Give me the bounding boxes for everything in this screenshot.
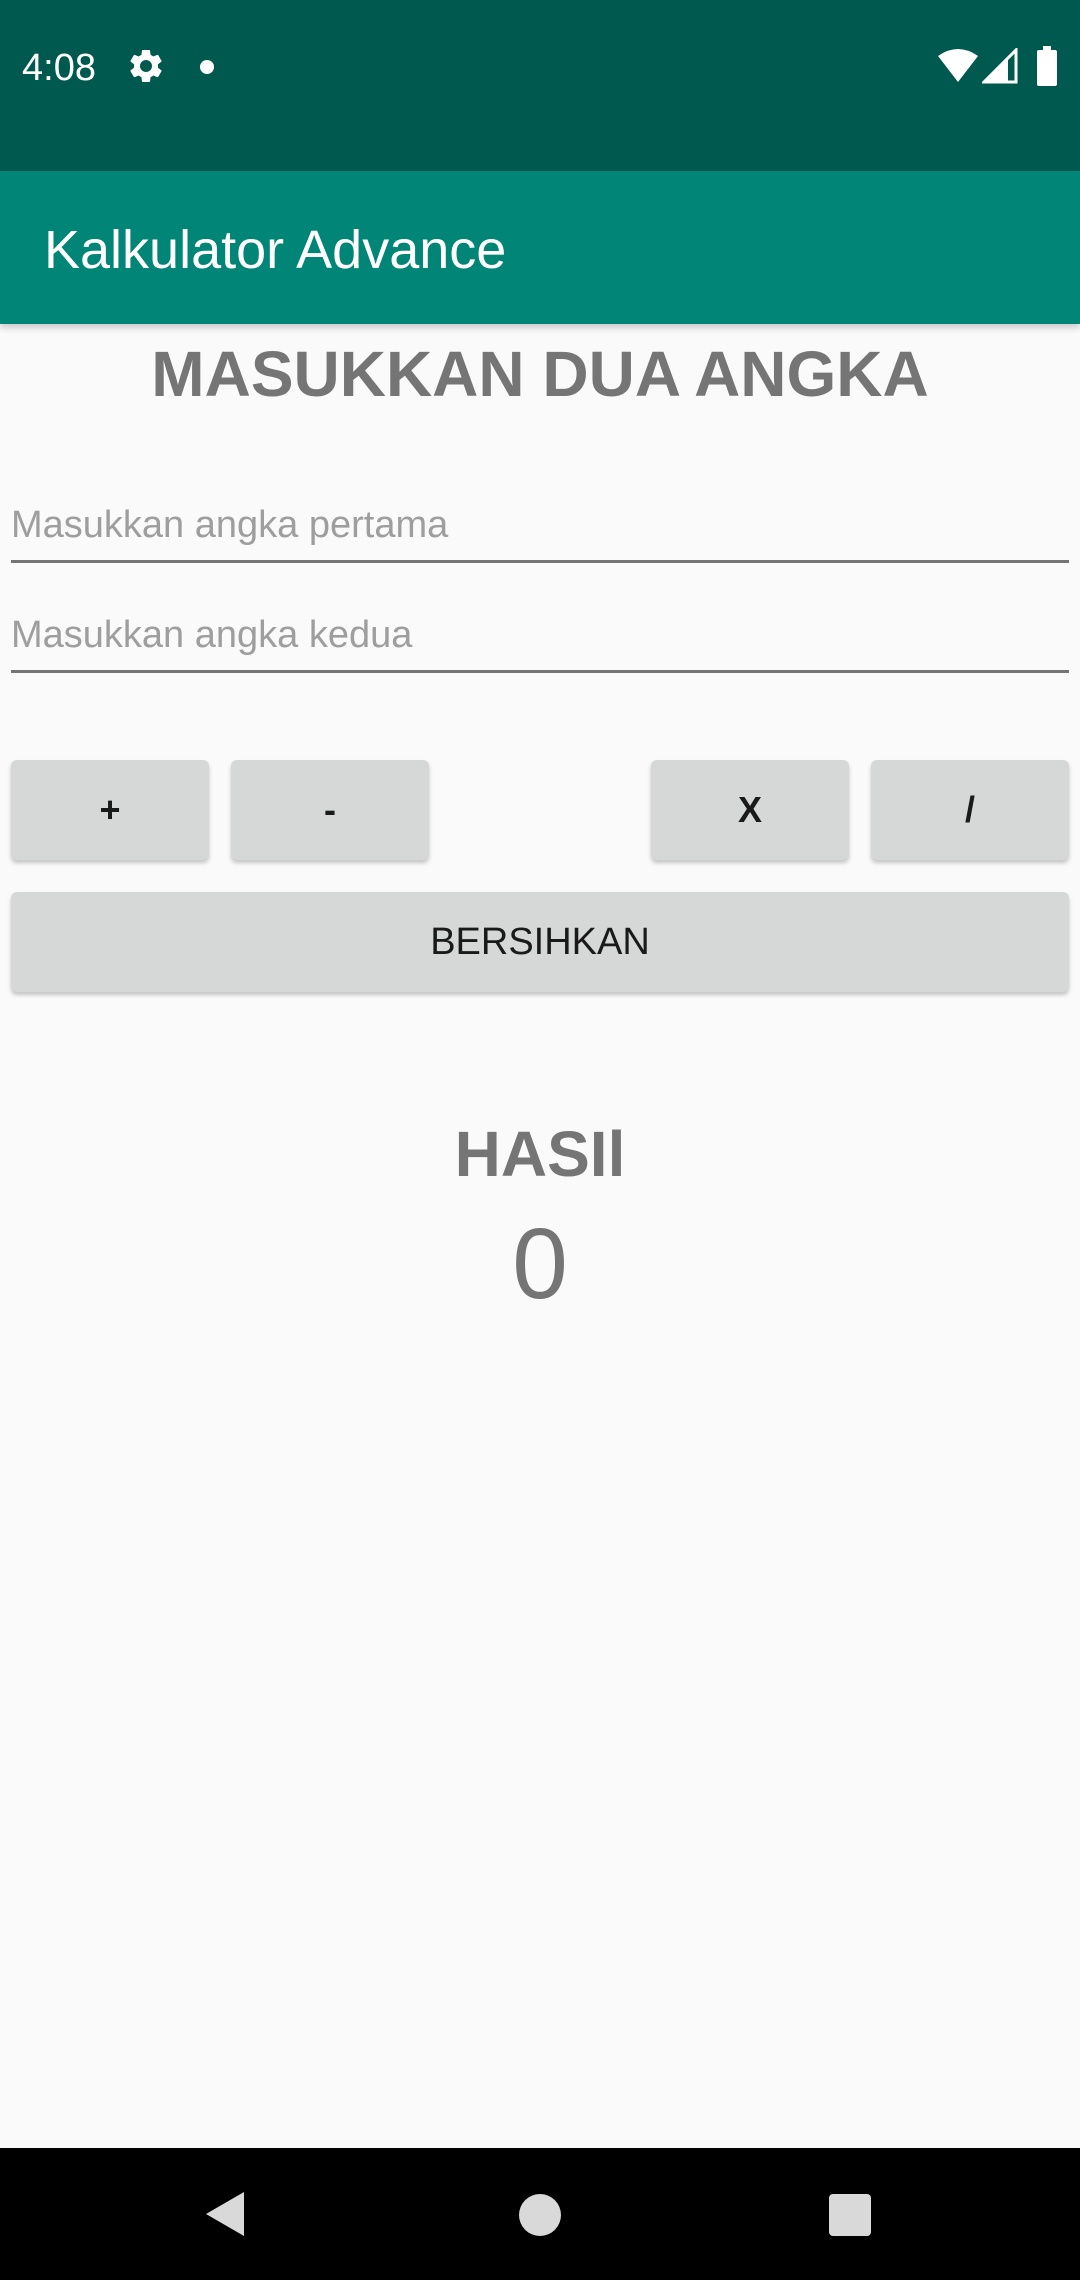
- gear-icon: [130, 49, 162, 82]
- screen: 4:08 Kalkulator Advance MASUKKAN DUA ANG…: [0, 0, 1080, 2280]
- clear-button[interactable]: BERSIHKAN: [11, 892, 1069, 992]
- first-number-input[interactable]: [11, 490, 1069, 563]
- add-button[interactable]: +: [11, 760, 209, 860]
- result-label: HASIl: [454, 1118, 626, 1190]
- battery-icon: [1037, 46, 1057, 86]
- app-title: Kalkulator Advance: [44, 220, 507, 280]
- second-number-input[interactable]: [11, 600, 1069, 673]
- back-icon[interactable]: [204, 2190, 248, 2238]
- divide-button[interactable]: /: [871, 760, 1069, 860]
- home-icon[interactable]: [519, 2194, 561, 2236]
- notification-dot-icon: [200, 60, 214, 74]
- result-value: 0: [512, 1208, 568, 1320]
- app-bar: Kalkulator Advance: [0, 171, 1080, 324]
- wifi-icon: [938, 49, 978, 82]
- status-time: 4:08: [22, 47, 96, 89]
- subtract-button[interactable]: -: [231, 760, 429, 860]
- navigation-bar: [0, 2148, 1080, 2280]
- page-heading: MASUKKAN DUA ANGKA: [151, 338, 929, 410]
- multiply-button[interactable]: X: [651, 760, 849, 860]
- signal-icon: [982, 48, 1018, 84]
- status-bar: 4:08: [0, 0, 1080, 171]
- recent-apps-icon[interactable]: [829, 2194, 871, 2236]
